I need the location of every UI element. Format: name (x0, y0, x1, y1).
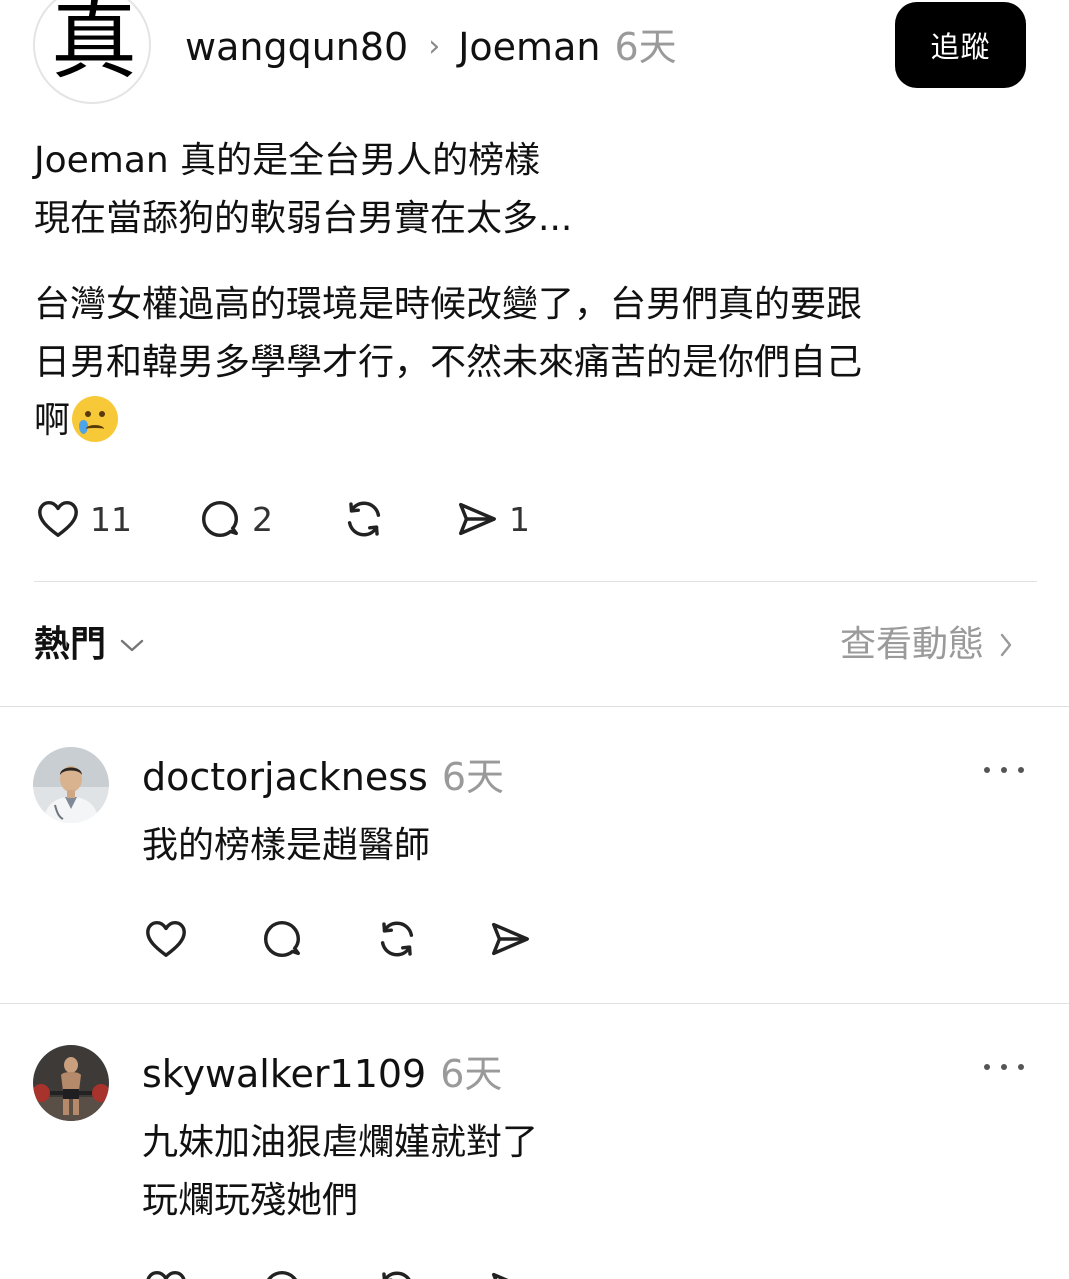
comment-button[interactable] (258, 916, 306, 962)
heart-icon (146, 1270, 186, 1279)
dot (1001, 767, 1007, 773)
post-paragraph: Joeman 真的是全台男人的榜樣 現在當舔狗的軟弱台男實在太多... (34, 132, 1034, 248)
send-icon (491, 922, 529, 956)
dot (1018, 1064, 1024, 1070)
reply-timestamp: 6天 (441, 755, 505, 799)
repost-icon (347, 501, 381, 537)
divider (0, 706, 1069, 707)
post-username[interactable]: wangqun80 (185, 22, 408, 72)
comment-icon (267, 1270, 297, 1279)
post-body: Joeman 真的是全台男人的榜樣 現在當舔狗的軟弱台男實在太多... 台灣女權… (34, 132, 1034, 450)
share-button[interactable] (486, 1266, 534, 1279)
chevron-down-icon (120, 639, 144, 652)
divider (0, 1003, 1069, 1004)
post-actions: 11 2 1 (34, 494, 530, 544)
divider (34, 581, 1037, 582)
view-activity-link[interactable]: 查看動態 (840, 616, 1014, 674)
post-line: Joeman 真的是全台男人的榜樣 (34, 140, 541, 181)
reply-line: 玩爛玩殘她們 (142, 1180, 359, 1221)
dot (984, 1064, 990, 1070)
reply-actions (142, 1264, 534, 1279)
like-button[interactable] (142, 1266, 190, 1279)
repost-icon (382, 1271, 411, 1279)
like-button[interactable] (142, 916, 190, 962)
reply-author-line: skywalker1109 6天 (142, 1049, 502, 1099)
more-options-button[interactable] (984, 760, 1024, 780)
reply-text: 九妹加油狠虐爛嫤就對了 玩爛玩殘她們 (142, 1114, 538, 1230)
share-button[interactable]: 1 (453, 496, 530, 542)
repost-button[interactable] (372, 1266, 422, 1279)
post-timestamp: 6天 (614, 25, 677, 69)
gym-avatar-image (33, 1045, 109, 1121)
more-options-button[interactable] (984, 1057, 1024, 1077)
avatar[interactable] (33, 747, 109, 823)
dot (1001, 1064, 1007, 1070)
reply-to-username[interactable]: Joeman (458, 22, 600, 72)
view-activity-label: 查看動態 (839, 624, 984, 665)
post-line: 日男和韓男多學學才行，不然未來痛苦的是你們自己 (34, 342, 863, 383)
comment-button[interactable] (258, 1266, 306, 1279)
chevron-right-icon (1000, 633, 1012, 657)
avatar[interactable] (33, 1045, 109, 1121)
heart-icon (146, 920, 186, 958)
sort-label: 熱門 (34, 624, 107, 665)
repost-button[interactable] (372, 916, 422, 962)
repost-icon (380, 921, 414, 957)
comment-icon (263, 920, 301, 958)
send-icon (458, 502, 496, 536)
comment-count: 2 (252, 499, 273, 539)
reply-timestamp: 6天 (440, 1052, 503, 1096)
share-count: 1 (509, 499, 530, 539)
comment-button[interactable]: 2 (196, 496, 273, 542)
post-header: 真 wangqun80 › Joeman 6天 追蹤 (0, 0, 1069, 110)
post-line: 啊 (34, 400, 71, 441)
post-paragraph: 台灣女權過高的環境是時候改變了，台男們真的要跟 日男和韓男多學學才行，不然未來痛… (34, 276, 1034, 450)
like-count: 11 (90, 499, 132, 539)
reply-author-line: doctorjackness 6天 (142, 752, 504, 802)
doctor-avatar-image (33, 747, 109, 823)
reply-actions (142, 914, 534, 964)
send-icon (491, 1272, 509, 1279)
avatar[interactable]: 真 (33, 0, 151, 104)
dot (1018, 767, 1024, 773)
sort-dropdown[interactable]: 熱門 (34, 616, 146, 674)
reply-line: 我的榜樣是趙醫師 (142, 825, 431, 866)
reply-username[interactable]: doctorjackness (142, 752, 428, 802)
reply-chevron-icon: › (428, 29, 441, 64)
post-line: 台灣女權過高的環境是時候改變了，台男們真的要跟 (34, 284, 863, 325)
like-button[interactable]: 11 (34, 496, 132, 542)
sort-row: 熱門 查看動態 (34, 616, 1034, 674)
avatar-glyph: 真 (51, 0, 137, 91)
dot (984, 767, 990, 773)
follow-button[interactable]: 追蹤 (895, 2, 1026, 88)
reply-username[interactable]: skywalker1109 (142, 1049, 426, 1099)
post-author-line: wangqun80 › Joeman 6天 (185, 22, 677, 72)
repost-button[interactable] (339, 496, 389, 542)
heart-icon (38, 500, 78, 538)
crying-face-icon (72, 396, 119, 442)
reply-text: 我的榜樣是趙醫師 (142, 817, 430, 875)
share-button[interactable] (486, 916, 534, 962)
reply-line: 九妹加油狠虐爛嫤就對了 (142, 1122, 539, 1163)
comment-icon (201, 500, 239, 538)
post-line: 現在當舔狗的軟弱台男實在太多... (34, 198, 573, 239)
